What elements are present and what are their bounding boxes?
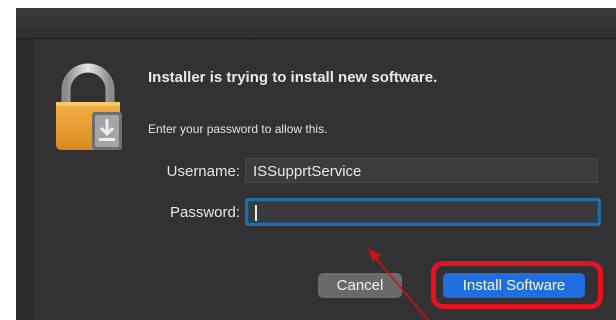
username-label: Username: [166, 163, 240, 180]
lock-icon [52, 62, 124, 152]
username-field[interactable]: ISSupprtService [245, 158, 598, 183]
window-titlebar [16, 8, 616, 39]
dialog-subtitle: Enter your password to allow this. [148, 122, 328, 136]
text-cursor [255, 205, 257, 221]
username-value: ISSupprtService [253, 163, 362, 180]
dialog-title: Installer is trying to install new softw… [148, 69, 438, 86]
cancel-button[interactable]: Cancel [318, 273, 402, 298]
screenshot-frame: Installer is trying to install new softw… [0, 0, 616, 320]
password-label: Password: [169, 204, 240, 221]
password-field[interactable] [245, 198, 601, 226]
install-software-button[interactable]: Install Software [443, 273, 585, 298]
